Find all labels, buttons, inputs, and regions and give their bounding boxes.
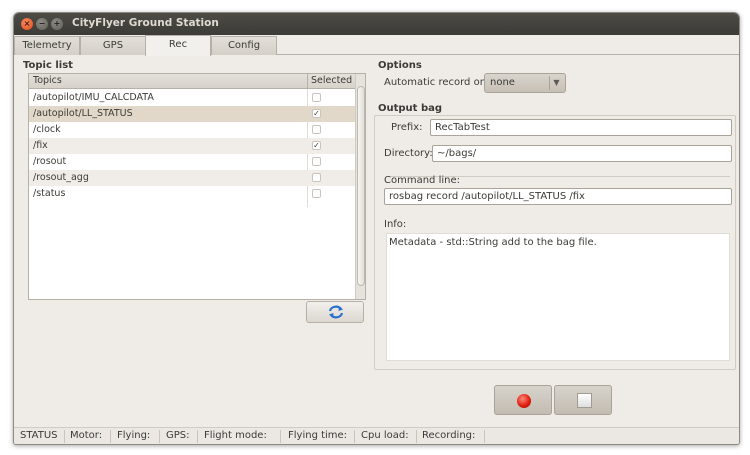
header-divider: [307, 74, 308, 89]
record-button[interactable]: [494, 385, 552, 415]
topic-name: /rosout: [33, 156, 67, 167]
table-header: Topics Selected: [29, 74, 355, 89]
scrollbar-thumb[interactable]: [357, 86, 365, 286]
command-line-label: Command line:: [384, 175, 460, 186]
status-divider: [197, 430, 198, 443]
status-text: STATUS: [20, 430, 58, 441]
recording-status: Recording:: [422, 430, 476, 441]
table-row[interactable]: /status: [29, 186, 355, 202]
refresh-icon: [328, 305, 344, 319]
title-bar[interactable]: × − + CityFlyer Ground Station: [14, 13, 739, 35]
tab-config[interactable]: Config: [211, 36, 277, 55]
auto-record-label: Automatic record on:: [384, 77, 490, 88]
motor-status: Motor:: [70, 430, 103, 441]
selected-checkbox[interactable]: [312, 173, 321, 182]
cpu-load-status: Cpu load:: [361, 430, 409, 441]
selected-checkbox[interactable]: [312, 157, 321, 166]
stop-icon: [577, 393, 592, 408]
tab-telemetry[interactable]: Telemetry: [14, 36, 80, 55]
tab-bar: Telemetry GPS Rec Config: [14, 35, 739, 56]
topic-list-title: Topic list: [23, 60, 73, 71]
selected-checkbox[interactable]: [312, 189, 321, 198]
flight-mode-status: Flight mode:: [204, 430, 267, 441]
maximize-icon[interactable]: +: [51, 18, 63, 30]
prefix-label: Prefix:: [391, 122, 423, 133]
record-icon: [517, 394, 531, 408]
status-divider: [354, 430, 355, 443]
status-bar: STATUS Motor: Flying: GPS: Flight mode: …: [14, 427, 739, 444]
selected-checkbox[interactable]: ✓: [312, 141, 321, 150]
auto-record-value: none: [490, 77, 515, 88]
directory-input[interactable]: [432, 145, 732, 162]
selected-checkbox[interactable]: [312, 125, 321, 134]
status-divider: [280, 430, 281, 443]
table-row[interactable]: /autopilot/IMU_CALCDATA: [29, 90, 355, 106]
flying-status: Flying:: [117, 430, 151, 441]
main-window: × − + CityFlyer Ground Station Telemetry…: [13, 12, 740, 445]
selected-checkbox[interactable]: ✓: [312, 109, 321, 118]
topic-name: /autopilot/IMU_CALCDATA: [33, 92, 154, 103]
info-text: Metadata - std::String add to the bag fi…: [389, 237, 597, 248]
gps-status: GPS:: [166, 430, 190, 441]
topic-name: /rosout_agg: [33, 172, 89, 183]
info-label: Info:: [384, 219, 407, 230]
table-scrollbar[interactable]: [355, 74, 365, 299]
tab-rec[interactable]: Rec: [145, 35, 211, 56]
prefix-input[interactable]: [430, 119, 732, 136]
selected-checkbox[interactable]: [312, 93, 321, 102]
topic-name: /status: [33, 188, 66, 199]
topic-table: Topics Selected /autopilot/IMU_CALCDATA …: [28, 73, 366, 300]
table-row[interactable]: /autopilot/LL_STATUS ✓: [29, 106, 355, 122]
flying-time-status: Flying time:: [288, 430, 348, 441]
topic-name: /autopilot/LL_STATUS: [33, 108, 133, 119]
topic-name: /fix: [33, 140, 48, 151]
command-line-input[interactable]: [384, 188, 732, 205]
options-title: Options: [378, 60, 422, 71]
window-title: CityFlyer Ground Station: [72, 17, 219, 29]
column-header-selected[interactable]: Selected: [311, 75, 352, 86]
table-row[interactable]: /clock: [29, 122, 355, 138]
status-divider: [416, 430, 417, 443]
info-textarea[interactable]: Metadata - std::String add to the bag fi…: [386, 233, 730, 361]
table-row[interactable]: /rosout_agg: [29, 170, 355, 186]
stop-button[interactable]: [554, 385, 612, 415]
status-divider: [110, 430, 111, 443]
chevron-down-icon: ▼: [549, 76, 563, 90]
table-row[interactable]: /fix ✓: [29, 138, 355, 154]
status-divider: [64, 430, 65, 443]
status-divider: [159, 430, 160, 443]
refresh-button[interactable]: [306, 301, 364, 323]
status-divider: [484, 430, 485, 443]
tab-gps[interactable]: GPS: [80, 36, 146, 55]
output-bag-title: Output bag: [378, 103, 443, 114]
table-row[interactable]: /rosout: [29, 154, 355, 170]
column-header-topics[interactable]: Topics: [33, 75, 62, 86]
directory-label: Directory:: [384, 148, 433, 159]
minimize-icon[interactable]: −: [36, 18, 48, 30]
topic-name: /clock: [33, 124, 61, 135]
auto-record-dropdown[interactable]: none ▼: [484, 73, 566, 93]
close-icon[interactable]: ×: [21, 18, 33, 30]
